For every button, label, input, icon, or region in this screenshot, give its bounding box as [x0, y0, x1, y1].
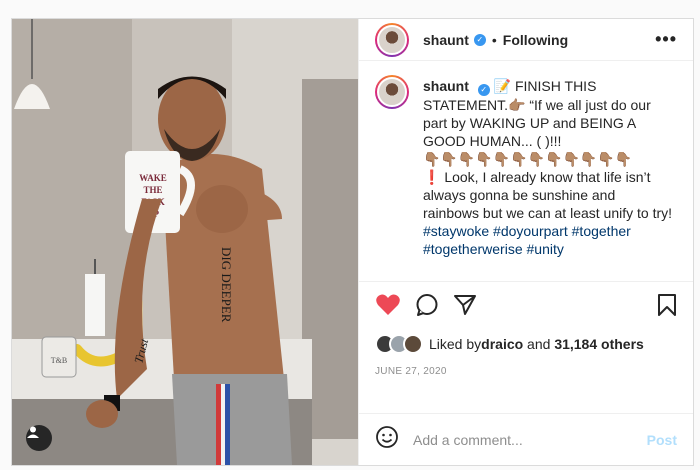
- post-comment-button[interactable]: Post: [647, 432, 677, 448]
- user-tag-button[interactable]: [26, 425, 52, 451]
- photo-illustration: T&B WAKE THE F*CK UP DIG DEEPER Trust: [12, 19, 358, 465]
- verified-badge-icon: ✓: [473, 33, 486, 46]
- bookmark-icon[interactable]: [657, 293, 677, 322]
- likes-prefix: Liked by: [429, 336, 482, 352]
- emoji-icon[interactable]: [375, 425, 399, 454]
- caption-line-3: ❗ Look, I already know that life isn’t a…: [423, 169, 673, 221]
- heart-icon[interactable]: [375, 293, 401, 322]
- more-icon[interactable]: •••: [655, 29, 677, 50]
- post-header: shaunt ✓ • Following •••: [359, 19, 693, 61]
- caption-username[interactable]: shaunt: [423, 78, 469, 94]
- liker-avatars[interactable]: [375, 334, 423, 354]
- post-modal: T&B WAKE THE F*CK UP DIG DEEPER Trust: [11, 18, 694, 466]
- post-side-panel: shaunt ✓ • Following ••• shaunt ✓ 📝 FINI…: [358, 19, 693, 465]
- author-avatar[interactable]: [375, 22, 409, 57]
- caption-avatar[interactable]: [375, 75, 409, 109]
- comment-icon[interactable]: [415, 293, 439, 322]
- svg-text:WAKE: WAKE: [139, 173, 167, 183]
- caption-verified-icon: ✓: [477, 84, 490, 96]
- likes-middle: and: [523, 336, 555, 352]
- following-button[interactable]: Following: [503, 32, 568, 48]
- likes-summary: Liked by draico and 31,184 others: [375, 334, 677, 354]
- comment-input[interactable]: [413, 431, 647, 448]
- post-actions: Liked by draico and 31,184 others JUNE 2…: [359, 281, 693, 413]
- author-username[interactable]: shaunt: [423, 32, 469, 48]
- caption-text: shaunt ✓ 📝 FINISH THIS STATEMENT.👉🏽 “If …: [423, 77, 673, 281]
- tattoo-side-text: DIG DEEPER: [219, 247, 234, 323]
- likes-count[interactable]: 31,184 others: [554, 336, 644, 352]
- share-icon[interactable]: [453, 293, 477, 322]
- comment-box: Post: [359, 413, 693, 465]
- post-photo[interactable]: T&B WAKE THE F*CK UP DIG DEEPER Trust: [12, 19, 358, 465]
- caption-area: shaunt ✓ 📝 FINISH THIS STATEMENT.👉🏽 “If …: [359, 61, 693, 281]
- caption-hashtags[interactable]: #staywoke #doyourpart #together #togethe…: [423, 223, 631, 257]
- caption-line-2: 👇🏽👇🏽👇🏽👇🏽👇🏽👇🏽👇🏽👇🏽👇🏽👇🏽👇🏽👇🏽: [423, 151, 633, 167]
- svg-text:THE: THE: [143, 185, 162, 195]
- header-separator: •: [491, 31, 497, 48]
- likes-user[interactable]: draico: [481, 336, 523, 352]
- post-date[interactable]: JUNE 27, 2020: [375, 366, 677, 377]
- jar-label: T&B: [51, 356, 67, 365]
- user-tag-icon: [27, 426, 39, 438]
